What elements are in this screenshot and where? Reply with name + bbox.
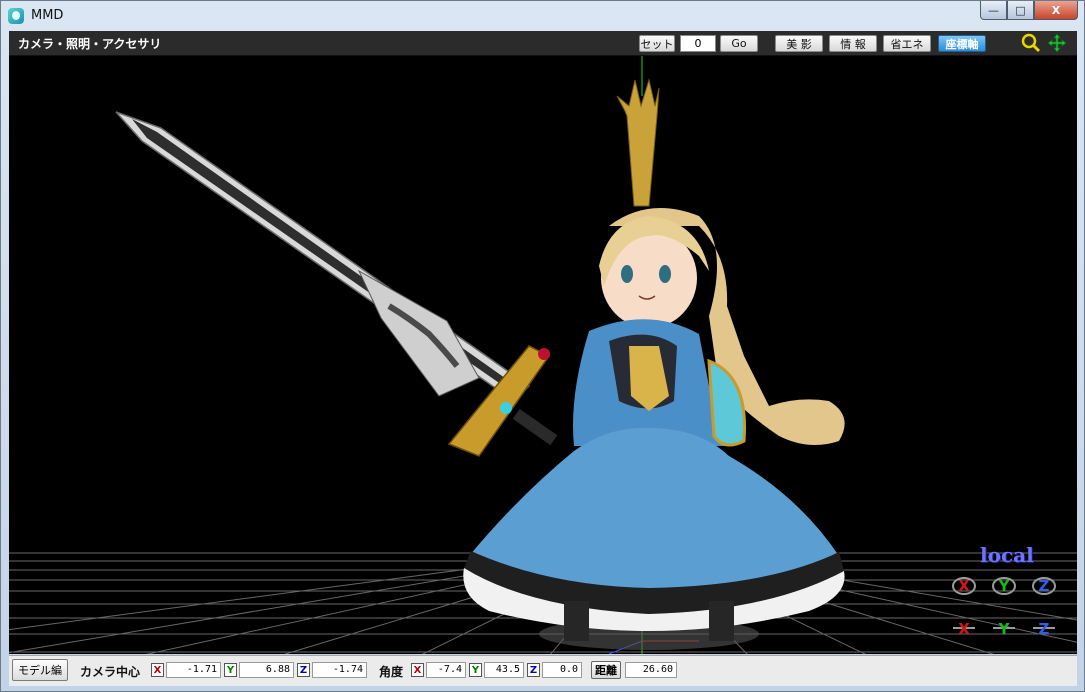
coordinate-axis-button[interactable]: 座標軸	[938, 35, 986, 52]
viewport-toolbar: カメラ・照明・アクセサリ セット 0 Go 美 影 情 報 省エネ 座標軸	[9, 31, 1077, 56]
move-icon[interactable]	[1047, 33, 1067, 53]
angle-y-field[interactable]: 43.5	[484, 662, 524, 678]
gizmo-y-move-label: Y	[998, 620, 1011, 638]
camera-center-x-axis: X	[151, 663, 164, 677]
power-save-button[interactable]: 省エネ	[883, 35, 931, 52]
status-bar: モデル編 カメラ中心 X -1.71 Y 6.88 Z -1.74 角度 X -…	[9, 655, 1077, 686]
distance-button[interactable]: 距離	[591, 661, 621, 679]
viewport-scene	[9, 56, 1077, 654]
gizmo-z-move-label: Z	[1039, 620, 1050, 638]
app-icon	[8, 8, 24, 24]
gizmo-x-move-button[interactable]: X	[951, 617, 977, 639]
gizmo-y-label: Y	[998, 577, 1011, 595]
frame-input[interactable]: 0	[680, 35, 716, 52]
distance-field[interactable]: 26.60	[625, 662, 677, 678]
3d-viewport[interactable]: local X Y Z X Y Z	[9, 56, 1077, 654]
gizmo-x-move-label: X	[958, 620, 970, 638]
gizmo-y-rotate-button[interactable]: Y	[991, 575, 1017, 597]
go-button[interactable]: Go	[720, 35, 758, 52]
gizmo-x-rotate-button[interactable]: X	[951, 575, 977, 597]
close-button[interactable]: X	[1034, 1, 1078, 20]
angle-x-axis: X	[411, 663, 424, 677]
gizmo-y-move-button[interactable]: Y	[991, 617, 1017, 639]
camera-center-y-axis: Y	[224, 663, 237, 677]
angle-label: 角度	[379, 665, 404, 679]
mmd-window: MMD — □ X カメラ・照明・アクセサリ セット 0 Go 美 影 情 報 …	[0, 0, 1085, 692]
sword	[115, 111, 558, 457]
camera-center-label: カメラ中心	[80, 665, 141, 679]
beautify-shadow-button[interactable]: 美 影	[775, 35, 823, 52]
set-button[interactable]: セット	[639, 35, 675, 52]
camera-center-z-field[interactable]: -1.74	[312, 662, 367, 678]
info-button[interactable]: 情 報	[829, 35, 877, 52]
camera-center-z-axis: Z	[297, 663, 310, 677]
local-mode-label[interactable]: local	[980, 543, 1034, 567]
camera-center-x-field[interactable]: -1.71	[166, 662, 221, 678]
zoom-icon[interactable]	[1021, 33, 1041, 53]
angle-z-field[interactable]: 0.0	[542, 662, 582, 678]
angle-y-axis: Y	[469, 663, 482, 677]
window-title: MMD	[31, 8, 64, 23]
window-controls: — □ X	[980, 1, 1078, 21]
toolbar-title: カメラ・照明・アクセサリ	[18, 37, 162, 51]
camera-center-y-field[interactable]: 6.88	[239, 662, 294, 678]
title-bar[interactable]: MMD — □ X	[1, 1, 1084, 31]
maximize-button[interactable]: □	[1007, 1, 1034, 20]
angle-x-field[interactable]: -7.4	[426, 662, 466, 678]
gizmo-z-rotate-button[interactable]: Z	[1031, 575, 1057, 597]
gizmo-z-move-button[interactable]: Z	[1031, 617, 1057, 639]
gizmo-z-label: Z	[1039, 577, 1050, 595]
angle-z-axis: Z	[527, 663, 540, 677]
gizmo-x-label: X	[958, 577, 970, 595]
minimize-button[interactable]: —	[980, 1, 1007, 20]
model-edit-button[interactable]: モデル編	[12, 659, 68, 681]
